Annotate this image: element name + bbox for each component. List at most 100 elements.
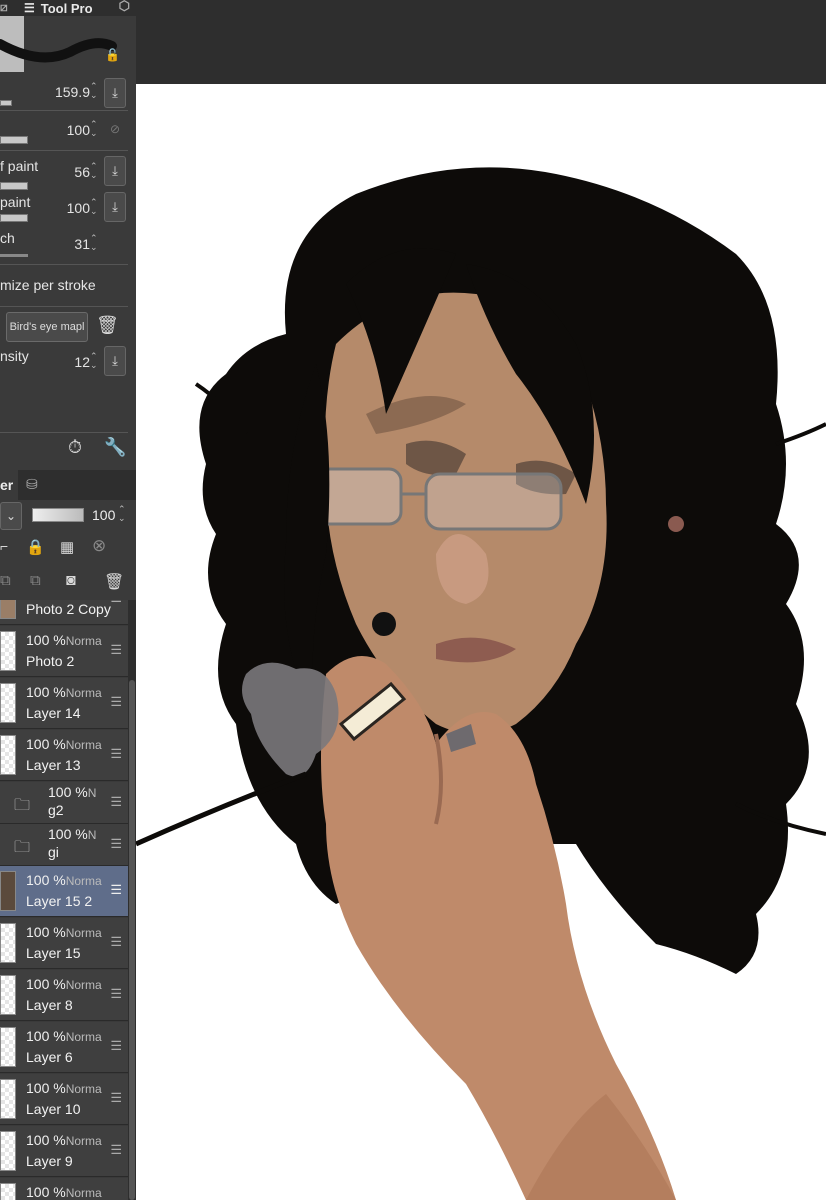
lock-transparency-icon[interactable]: ▦ bbox=[60, 538, 74, 556]
layer-toolbar-row-2: ⧉ ⧉ ◙ 🗑 bbox=[0, 570, 136, 600]
layer-menu-icon[interactable]: ☰ bbox=[110, 1142, 122, 1158]
layer-thumbnail bbox=[0, 1131, 16, 1171]
layer-item[interactable]: 100 %Norma Layer 9 ☰ bbox=[0, 1126, 128, 1177]
layer-name: Layer 6 bbox=[26, 1049, 73, 1065]
tab-tool-property[interactable]: ☰ Tool Pro bbox=[24, 0, 93, 16]
layer-thumbnail bbox=[0, 683, 16, 723]
layer-list[interactable]: Photo 2 Copy ☰ 100 %Norma Photo 2 ☰ 100 … bbox=[0, 600, 128, 1200]
sliders-icon: ☰ bbox=[24, 1, 35, 15]
cube-icon[interactable]: ⬡ bbox=[119, 0, 130, 14]
layer-name: Layer 15 2 bbox=[26, 893, 93, 909]
spinner-arrows-icon[interactable]: ⌃ ⌄ bbox=[118, 505, 126, 523]
layer-opacity-mode: 100 %Norma bbox=[26, 924, 102, 940]
spinner-arrows-icon[interactable]: ⌃ ⌄ bbox=[90, 234, 100, 254]
layer-menu-icon[interactable]: ☰ bbox=[110, 746, 122, 762]
layer-item[interactable]: 100 %Norma Layer 15 ☰ bbox=[0, 918, 128, 969]
layer-menu-icon[interactable]: ☰ bbox=[110, 882, 122, 898]
size-slider[interactable] bbox=[0, 100, 12, 106]
layer-item[interactable]: 100 %Norma Layer 6 ☰ bbox=[0, 1022, 128, 1073]
property-row-stretch[interactable]: ch 31 ⌃ ⌄ bbox=[0, 226, 130, 262]
artwork-illustration bbox=[136, 167, 826, 1200]
layer-menu-icon[interactable]: ☰ bbox=[110, 934, 122, 950]
layer-thumbnail bbox=[0, 1079, 16, 1119]
spinner-arrows-icon[interactable]: ⌃ ⌄ bbox=[90, 162, 100, 182]
layer-menu-icon[interactable]: ☰ bbox=[110, 836, 122, 852]
opacity-slider[interactable] bbox=[0, 136, 28, 144]
mask-icon[interactable]: ◙ bbox=[66, 572, 76, 590]
scrollbar-thumb[interactable] bbox=[129, 680, 135, 1200]
density-of-paint-slider[interactable] bbox=[0, 214, 28, 222]
lock-icon[interactable]: 🔒 bbox=[26, 538, 45, 556]
new-layer-icon[interactable]: ⧉ bbox=[0, 572, 11, 589]
layer-item[interactable]: 100 %Norma Layer 10 ☰ bbox=[0, 1074, 128, 1125]
layer-folder[interactable]: 🗀 100 %N g2 ☰ bbox=[0, 782, 128, 824]
stroke-option-label[interactable]: mize per stroke bbox=[0, 277, 96, 293]
spinner-arrows-icon[interactable]: ⌃ ⌄ bbox=[90, 198, 100, 218]
transfer-layer-icon[interactable]: ⧉ bbox=[30, 572, 41, 589]
clip-icon[interactable]: ⌐ bbox=[0, 538, 8, 554]
wrench-icon[interactable]: 🔧 bbox=[104, 437, 126, 458]
layer-menu-icon[interactable]: ☰ bbox=[110, 694, 122, 710]
property-row-size[interactable]: 159.9 ⌃ ⌄ ⤓ bbox=[0, 76, 130, 112]
download-arrow-icon[interactable]: ⤓ bbox=[104, 346, 126, 376]
layer-thumbnail bbox=[0, 1027, 16, 1067]
layer-name: g2 bbox=[48, 802, 64, 818]
layer-item[interactable]: Photo 2 Copy ☰ bbox=[0, 600, 128, 625]
layer-menu-icon[interactable]: ☰ bbox=[110, 600, 122, 606]
trash-icon[interactable]: 🗑 bbox=[104, 572, 124, 592]
texture-button[interactable]: Bird's eye mapl bbox=[6, 312, 88, 342]
layer-menu-icon[interactable]: ☰ bbox=[110, 642, 122, 658]
download-arrow-icon[interactable]: ⤓ bbox=[104, 156, 126, 186]
brush-opacity-value: 100 bbox=[66, 122, 90, 138]
layer-item[interactable]: 100 %Norma Photo 2 ☰ bbox=[0, 626, 128, 677]
divider bbox=[0, 150, 128, 151]
layer-list-scrollbar[interactable] bbox=[128, 600, 136, 1200]
amount-of-paint-slider[interactable] bbox=[0, 182, 28, 190]
property-row-amount-of-paint[interactable]: f paint 56 ⌃ ⌄ ⤓ bbox=[0, 154, 130, 190]
layer-item[interactable]: 100 %Norma Layer 14 ☰ bbox=[0, 678, 128, 729]
lock-icon[interactable]: 🔓 bbox=[105, 48, 120, 62]
layer-item[interactable]: 100 %Norma bbox=[0, 1178, 128, 1200]
stopwatch-icon[interactable]: ⏱ bbox=[68, 437, 82, 458]
layer-menu-icon[interactable]: ☰ bbox=[110, 1090, 122, 1106]
spinner-arrows-icon[interactable]: ⌃ ⌄ bbox=[90, 120, 100, 140]
layer-menu-icon[interactable]: ☰ bbox=[110, 986, 122, 1002]
layer-toolbar-row-1: ⌐ 🔒 ▦ ⊗ bbox=[0, 536, 136, 566]
layer-opacity-mode: 100 %Norma bbox=[26, 1080, 102, 1096]
property-row-opacity[interactable]: 100 ⌃ ⌄ ⊘ bbox=[0, 114, 130, 150]
layer-item-selected[interactable]: 100 %Norma Layer 15 2 ☰ bbox=[0, 866, 128, 917]
tool-property-tabbar: ⧄ ☰ Tool Pro ⬡ bbox=[0, 0, 136, 16]
tab-layer[interactable]: er bbox=[0, 470, 18, 500]
brush-stroke-preview bbox=[0, 38, 117, 63]
layer-thumbnail bbox=[0, 735, 16, 775]
download-arrow-icon[interactable]: ⤓ bbox=[104, 78, 126, 108]
spinner-arrows-icon[interactable]: ⌃ ⌄ bbox=[90, 352, 100, 372]
spinner-arrows-icon[interactable]: ⌃ ⌄ bbox=[90, 82, 100, 102]
download-arrow-icon[interactable]: ⤓ bbox=[104, 192, 126, 222]
layer-property-icon[interactable]: ⛁ bbox=[26, 476, 38, 493]
layer-item[interactable]: 100 %Norma Layer 13 ☰ bbox=[0, 730, 128, 781]
amount-of-paint-value: 56 bbox=[74, 164, 90, 180]
layer-opacity-value: 100 bbox=[92, 507, 116, 523]
blend-mode-dropdown[interactable]: ⌄ bbox=[0, 502, 22, 530]
property-row-density-of-paint[interactable]: paint 100 ⌃ ⌄ ⤓ bbox=[0, 190, 130, 226]
layer-menu-icon[interactable]: ☰ bbox=[110, 794, 122, 810]
texture-density-label: nsity bbox=[0, 348, 29, 364]
layer-opacity-mode: 100 %Norma bbox=[26, 684, 102, 700]
layer-opacity-mode: 100 %Norma bbox=[26, 1028, 102, 1044]
layer-opacity-mode: 100 %Norma bbox=[26, 872, 102, 888]
layer-menu-icon[interactable]: ☰ bbox=[110, 1038, 122, 1054]
layer-opacity-slider[interactable] bbox=[32, 508, 84, 522]
layer-opacity-mode: 100 %N bbox=[48, 826, 97, 842]
stretch-slider[interactable] bbox=[0, 254, 28, 257]
tool-icon[interactable]: ⧄ bbox=[0, 0, 8, 15]
layer-item[interactable]: 100 %Norma Layer 8 ☰ bbox=[0, 970, 128, 1021]
property-row-texture-density[interactable]: nsity 12 ⌃ ⌄ ⤓ bbox=[0, 344, 130, 380]
layer-thumbnail bbox=[0, 631, 16, 671]
drawing-canvas[interactable] bbox=[136, 84, 826, 1200]
trash-icon[interactable]: 🗑 bbox=[96, 315, 119, 336]
reference-layer-icon[interactable]: ⊗ bbox=[92, 536, 106, 556]
brush-preview[interactable]: 🔓 bbox=[0, 16, 130, 72]
layer-name: Layer 14 bbox=[26, 705, 81, 721]
layer-folder[interactable]: 🗀 100 %N gi ☰ bbox=[0, 824, 128, 866]
